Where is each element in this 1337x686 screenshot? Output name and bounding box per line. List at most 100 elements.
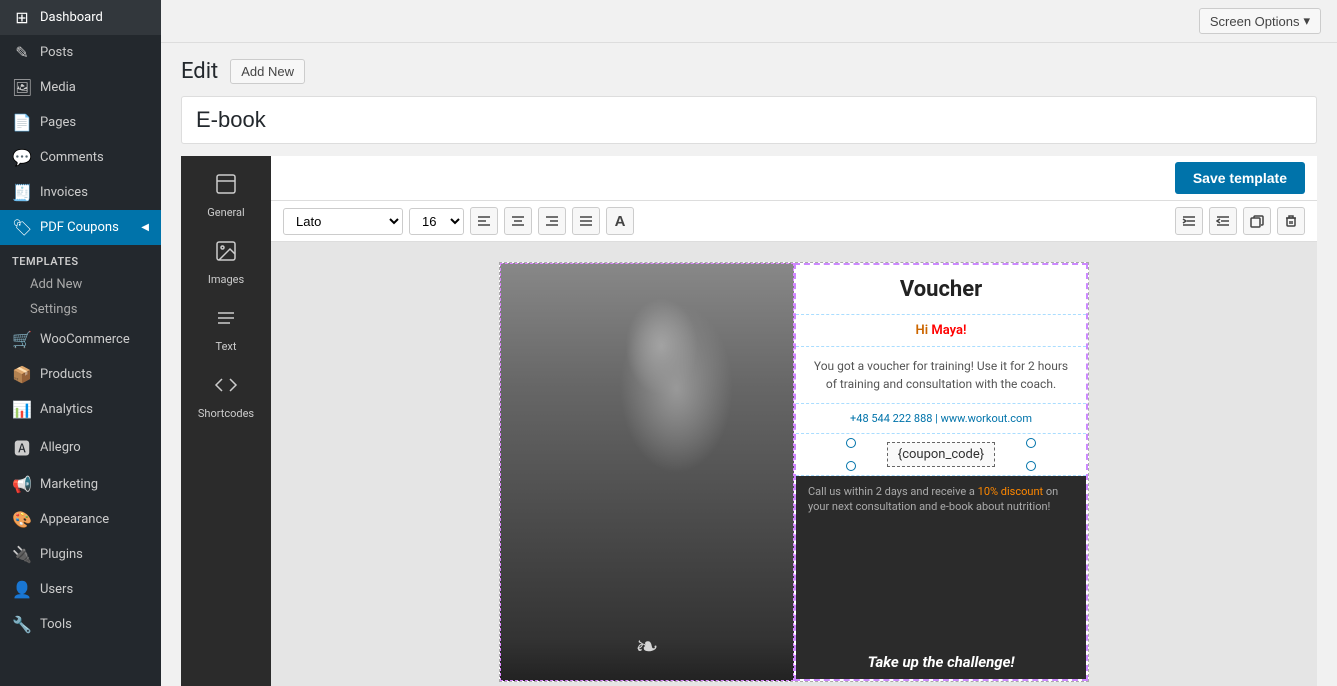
- screen-options-chevron: ▾: [1303, 13, 1310, 29]
- font-size-select[interactable]: 16: [409, 208, 464, 235]
- page-header: Edit Add New: [181, 59, 1317, 84]
- main-content: Screen Options ▾ Edit Add New: [161, 0, 1337, 686]
- decrease-indent-button[interactable]: [1209, 207, 1237, 235]
- align-right-button[interactable]: [538, 207, 566, 235]
- template-title-input[interactable]: [181, 96, 1317, 144]
- text-panel-icon: [210, 302, 242, 334]
- panel-item-images[interactable]: Images: [208, 235, 244, 286]
- woocommerce-icon: 🛒: [12, 330, 32, 349]
- sidebar-item-allegro[interactable]: 🅰 Allegro: [0, 427, 161, 467]
- sidebar-sub-item-add-new[interactable]: Add New: [0, 272, 161, 297]
- tools-icon: 🔧: [12, 615, 32, 634]
- add-new-button[interactable]: Add New: [230, 59, 305, 84]
- top-bar: Screen Options ▾: [161, 0, 1337, 43]
- voucher-body-text: You got a voucher for training! Use it f…: [814, 359, 1068, 391]
- appearance-icon: 🎨: [12, 510, 32, 529]
- duplicate-button[interactable]: [1243, 207, 1271, 235]
- voucher-coupon-code: {coupon_code}: [887, 442, 995, 467]
- voucher-image-side: ❧: [500, 263, 794, 681]
- promo-highlight-text: 10% discount: [978, 485, 1043, 498]
- code-handle-br: [1026, 461, 1036, 471]
- sidebar-item-dashboard[interactable]: ⊞ Dashboard: [0, 0, 161, 35]
- logo-wing-icon: ❧: [635, 630, 658, 663]
- marketing-icon: 📢: [12, 475, 32, 494]
- sidebar-item-tools[interactable]: 🔧 Tools: [0, 607, 161, 642]
- sidebar-sub-item-settings[interactable]: Settings: [0, 297, 161, 322]
- save-template-button[interactable]: Save template: [1175, 162, 1305, 194]
- increase-indent-button[interactable]: [1175, 207, 1203, 235]
- align-center-button[interactable]: [504, 207, 532, 235]
- comments-icon: 💬: [12, 148, 32, 167]
- sidebar-item-invoices[interactable]: 🧾 Invoices: [0, 175, 161, 210]
- code-handle-tl: [846, 438, 856, 448]
- sidebar-item-plugins[interactable]: 🔌 Plugins: [0, 537, 161, 572]
- greeting-name: Maya!: [931, 323, 966, 338]
- toolbar-right: [1175, 207, 1305, 235]
- sidebar-item-pdf-coupons[interactable]: 🏷 PDF Coupons ◀: [0, 210, 161, 245]
- panel-shortcodes-label: Shortcodes: [198, 407, 254, 420]
- save-template-area: Save template: [271, 156, 1317, 201]
- voucher-promo: Call us within 2 days and receive a 10% …: [796, 476, 1086, 679]
- voucher-cta: Take up the challenge!: [808, 653, 1074, 671]
- editor-toolbar: Lato 16: [271, 201, 1317, 242]
- general-icon: [210, 168, 242, 200]
- promo-regular-text: Call us within 2 days and receive a: [808, 485, 978, 498]
- shortcodes-icon: [210, 369, 242, 401]
- sidebar-item-media[interactable]: 🖼 Media: [0, 70, 161, 105]
- align-justify-button[interactable]: [572, 207, 600, 235]
- page-title: Edit: [181, 59, 218, 84]
- panel-item-text[interactable]: Text: [210, 302, 242, 353]
- voucher-contact: +48 544 222 888 | www.workout.com: [796, 404, 1086, 434]
- plugins-icon: 🔌: [12, 545, 32, 564]
- users-icon: 👤: [12, 580, 32, 599]
- sidebar-item-comments[interactable]: 💬 Comments: [0, 140, 161, 175]
- panel-item-shortcodes[interactable]: Shortcodes: [198, 369, 254, 420]
- dashboard-icon: ⊞: [12, 8, 32, 27]
- sidebar-item-woocommerce[interactable]: 🛒 WooCommerce: [0, 322, 161, 357]
- voucher-title: Voucher: [900, 277, 982, 302]
- sidebar-item-marketing[interactable]: 📢 Marketing: [0, 467, 161, 502]
- pdf-coupons-icon: 🏷: [12, 218, 32, 237]
- editor-main: Save template Lato 16: [271, 156, 1317, 686]
- screen-options-label: Screen Options: [1210, 14, 1300, 29]
- greeting-hi: Hi: [916, 323, 932, 338]
- voucher-code-area: {coupon_code}: [796, 434, 1086, 476]
- bold-button[interactable]: A: [606, 207, 634, 235]
- code-handle-bl: [846, 461, 856, 471]
- canvas-area: ❧ Voucher Hi Maya!: [271, 242, 1317, 686]
- voucher-background-image: [500, 263, 794, 681]
- analytics-icon: 📊: [12, 400, 32, 419]
- media-icon: 🖼: [12, 78, 32, 97]
- pages-icon: 📄: [12, 113, 32, 132]
- sidebar-item-posts[interactable]: ✎ Posts: [0, 35, 161, 70]
- panel-images-label: Images: [208, 273, 244, 286]
- voucher-greeting: Hi Maya!: [796, 315, 1086, 347]
- left-panel: General Images: [181, 156, 271, 686]
- templates-section-header: Templates: [0, 245, 161, 272]
- sidebar-item-products[interactable]: 📦 Products: [0, 357, 161, 392]
- sidebar-item-analytics[interactable]: 📊 Analytics: [0, 392, 161, 427]
- invoices-icon: 🧾: [12, 183, 32, 202]
- sidebar: ⊞ Dashboard ✎ Posts 🖼 Media 📄 Pages 💬 Co…: [0, 0, 161, 686]
- images-icon: [210, 235, 242, 267]
- sidebar-item-pages[interactable]: 📄 Pages: [0, 105, 161, 140]
- panel-general-label: General: [207, 206, 244, 219]
- sidebar-item-appearance[interactable]: 🎨 Appearance: [0, 502, 161, 537]
- products-icon: 📦: [12, 365, 32, 384]
- sidebar-item-users[interactable]: 👤 Users: [0, 572, 161, 607]
- delete-button[interactable]: [1277, 207, 1305, 235]
- panel-item-general[interactable]: General: [207, 168, 244, 219]
- voucher-promo-text: Call us within 2 days and receive a 10% …: [808, 484, 1074, 515]
- voucher-logo: ❧: [622, 631, 672, 661]
- align-left-button[interactable]: [470, 207, 498, 235]
- voucher-container: ❧ Voucher Hi Maya!: [499, 262, 1089, 682]
- panel-text-label: Text: [216, 340, 237, 353]
- editor-container: General Images: [181, 156, 1317, 686]
- screen-options-button[interactable]: Screen Options ▾: [1199, 8, 1321, 34]
- voucher-body: You got a voucher for training! Use it f…: [796, 347, 1086, 404]
- voucher-contact-text: +48 544 222 888 | www.workout.com: [850, 412, 1032, 425]
- font-family-select[interactable]: Lato: [283, 208, 403, 235]
- page-area: Edit Add New General: [161, 43, 1337, 686]
- voucher-content-side: Voucher Hi Maya! You got a voucher for t…: [794, 263, 1088, 681]
- allegro-icon: 🅰: [12, 435, 32, 459]
